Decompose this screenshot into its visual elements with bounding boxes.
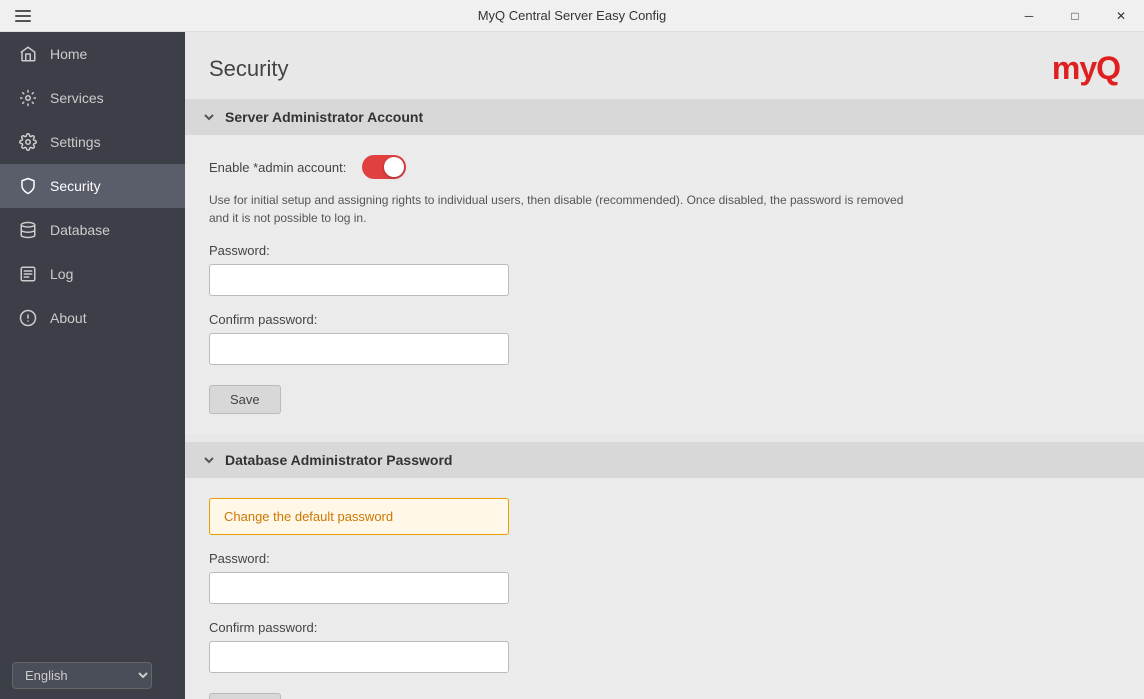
save-button-db[interactable]: Save xyxy=(209,693,281,699)
password-label: Password: xyxy=(209,243,1120,258)
db-admin-title: Database Administrator Password xyxy=(225,452,452,468)
app-body: Home Services Settings Security Database xyxy=(0,32,1144,699)
chevron-down-icon-2 xyxy=(201,452,217,468)
server-admin-section: Server Administrator Account Enable *adm… xyxy=(185,99,1144,434)
db-confirm-row: Confirm password: xyxy=(209,620,1120,673)
sidebar-label-security: Security xyxy=(50,178,101,194)
close-button[interactable]: ✕ xyxy=(1098,0,1144,32)
log-icon xyxy=(18,264,38,284)
window-controls: ─ □ ✕ xyxy=(1006,0,1144,32)
server-admin-header[interactable]: Server Administrator Account xyxy=(185,99,1144,135)
password-input[interactable] xyxy=(209,264,509,296)
services-icon xyxy=(18,88,38,108)
admin-info-text: Use for initial setup and assigning righ… xyxy=(209,191,909,227)
about-icon xyxy=(18,308,38,328)
settings-icon xyxy=(18,132,38,152)
confirm-label: Confirm password: xyxy=(209,312,1120,327)
window-title: MyQ Central Server Easy Config xyxy=(478,8,667,23)
server-admin-body: Enable *admin account: Use for initial s… xyxy=(185,135,1144,434)
language-select[interactable]: English Czech German French xyxy=(12,662,152,689)
enable-row: Enable *admin account: xyxy=(209,155,1120,179)
chevron-down-icon xyxy=(201,109,217,125)
password-row: Password: xyxy=(209,243,1120,296)
content-area: Security myQ Server Administrator Accoun… xyxy=(185,32,1144,699)
language-selector-container: English Czech German French xyxy=(0,652,185,699)
sidebar-label-log: Log xyxy=(50,266,73,282)
sidebar-item-settings[interactable]: Settings xyxy=(0,120,185,164)
db-password-row: Password: xyxy=(209,551,1120,604)
sidebar-label-home: Home xyxy=(50,46,87,62)
sidebar-item-about[interactable]: About xyxy=(0,296,185,340)
titlebar: MyQ Central Server Easy Config ─ □ ✕ xyxy=(0,0,1144,32)
confirm-password-input[interactable] xyxy=(209,333,509,365)
db-admin-body: Change the default password Password: Co… xyxy=(185,478,1144,699)
logo: myQ xyxy=(1052,50,1120,87)
maximize-button[interactable]: □ xyxy=(1052,0,1098,32)
server-admin-title: Server Administrator Account xyxy=(225,109,423,125)
db-password-input[interactable] xyxy=(209,572,509,604)
toggle-knob xyxy=(384,157,404,177)
hamburger-menu[interactable] xyxy=(0,0,46,32)
sidebar-item-home[interactable]: Home xyxy=(0,32,185,76)
db-confirm-input[interactable] xyxy=(209,641,509,673)
sidebar-label-database: Database xyxy=(50,222,110,238)
enable-label: Enable *admin account: xyxy=(209,160,346,175)
db-admin-section: Database Administrator Password Change t… xyxy=(185,442,1144,699)
sidebar-label-settings: Settings xyxy=(50,134,101,150)
home-icon xyxy=(18,44,38,64)
sidebar-item-log[interactable]: Log xyxy=(0,252,185,296)
db-password-label: Password: xyxy=(209,551,1120,566)
db-admin-header[interactable]: Database Administrator Password xyxy=(185,442,1144,478)
logo-text: myQ xyxy=(1052,50,1120,87)
database-icon xyxy=(18,220,38,240)
content-header: Security myQ xyxy=(185,32,1144,99)
sidebar-item-services[interactable]: Services xyxy=(0,76,185,120)
sidebar-label-services: Services xyxy=(50,90,104,106)
sidebar: Home Services Settings Security Database xyxy=(0,32,185,699)
page-title: Security xyxy=(209,56,288,82)
logo-black: my xyxy=(1052,50,1096,86)
sidebar-item-database[interactable]: Database xyxy=(0,208,185,252)
admin-toggle[interactable] xyxy=(362,155,406,179)
sidebar-label-about: About xyxy=(50,310,87,326)
security-icon xyxy=(18,176,38,196)
confirm-password-row: Confirm password: xyxy=(209,312,1120,365)
minimize-button[interactable]: ─ xyxy=(1006,0,1052,32)
save-button-admin[interactable]: Save xyxy=(209,385,281,414)
db-confirm-label: Confirm password: xyxy=(209,620,1120,635)
sidebar-item-security[interactable]: Security xyxy=(0,164,185,208)
logo-red: Q xyxy=(1096,50,1120,86)
warning-text: Change the default password xyxy=(224,509,393,524)
warning-box: Change the default password xyxy=(209,498,509,535)
